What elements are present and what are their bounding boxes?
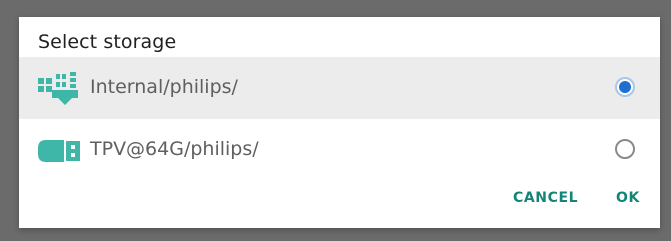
ok-button[interactable]: OK xyxy=(616,190,640,206)
dialog-title: Select storage xyxy=(38,31,177,53)
usb-drive-icon xyxy=(38,134,84,168)
radio-usb[interactable] xyxy=(615,139,635,159)
internal-storage-icon xyxy=(38,72,84,106)
storage-option-label: TPV@64G/philips/ xyxy=(90,138,259,160)
storage-option-label: Internal/philips/ xyxy=(90,76,238,98)
radio-internal[interactable] xyxy=(615,77,635,97)
radio-selected-dot xyxy=(619,81,631,93)
storage-option-internal[interactable]: Internal/philips/ xyxy=(19,57,660,119)
dialog-actions: CANCEL OK xyxy=(513,190,641,210)
storage-option-usb[interactable]: TPV@64G/philips/ xyxy=(19,119,660,181)
cancel-button[interactable]: CANCEL xyxy=(513,190,578,206)
select-storage-dialog: Select storage Internal/philips/ TPV@64G… xyxy=(19,17,660,228)
